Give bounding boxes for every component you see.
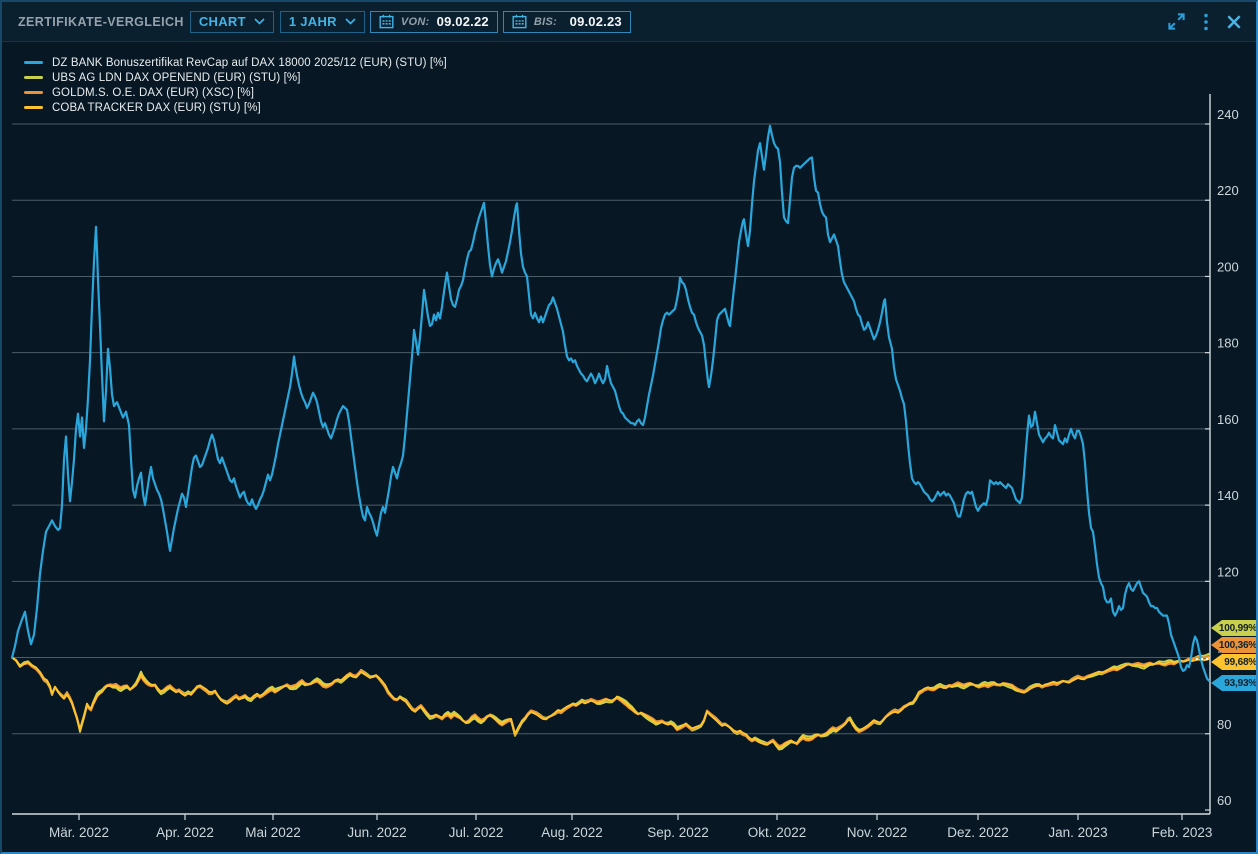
last-value-tag-text: 99,68% xyxy=(1224,657,1257,668)
x-axis-label: Feb. 2023 xyxy=(1152,825,1213,840)
toolbar-actions xyxy=(1167,12,1242,31)
period-dropdown[interactable]: 1 JAHR xyxy=(280,11,365,33)
close-icon[interactable] xyxy=(1226,14,1242,30)
series-ubs-dax-openend xyxy=(12,654,1209,750)
x-axis-label: Dez. 2022 xyxy=(947,825,1009,840)
y-axis-label: 220 xyxy=(1217,183,1239,198)
y-axis-label: 140 xyxy=(1217,488,1239,503)
chevron-down-icon xyxy=(246,18,265,25)
certificate-comparison-window: ZERTIFIKATE-VERGLEICH CHART 1 JAHR VON: … xyxy=(0,0,1258,854)
y-axis-label: 160 xyxy=(1217,412,1239,427)
toolbar: ZERTIFIKATE-VERGLEICH CHART 1 JAHR VON: … xyxy=(2,2,1256,42)
kebab-menu-icon[interactable] xyxy=(1203,13,1209,31)
legend-label: GOLDM.S. O.E. DAX (EUR) (XSC) [%] xyxy=(52,87,254,99)
x-axis-label: Jun. 2022 xyxy=(347,825,406,840)
x-axis-label: Jul. 2022 xyxy=(449,825,504,840)
legend-label: DZ BANK Bonuszertifikat RevCap auf DAX 1… xyxy=(52,57,447,69)
last-value-tag-text: 100,36% xyxy=(1219,640,1257,651)
chart-type-dropdown-label: CHART xyxy=(199,14,246,29)
legend-item-goldman-dax[interactable]: GOLDM.S. O.E. DAX (EUR) (XSC) [%] xyxy=(24,85,447,100)
date-to-label: BIS: xyxy=(534,16,557,28)
date-from-field[interactable]: VON: 09.02.22 xyxy=(370,11,498,33)
y-axis-label: 80 xyxy=(1217,717,1231,732)
calendar-icon xyxy=(379,14,394,29)
series-dz-bank-bonus xyxy=(12,126,1209,681)
x-axis-label: Sep. 2022 xyxy=(647,825,709,840)
legend-swatch xyxy=(24,91,43,94)
legend-item-coba-tracker-dax[interactable]: COBA TRACKER DAX (EUR) (STU) [%] xyxy=(24,100,447,115)
y-axis-label: 60 xyxy=(1217,793,1231,808)
last-value-tag-text: 100,99% xyxy=(1219,623,1257,634)
legend-item-ubs-dax-openend[interactable]: UBS AG LDN DAX OPENEND (EUR) (STU) [%] xyxy=(24,70,447,85)
period-dropdown-label: 1 JAHR xyxy=(289,14,337,29)
date-to-field[interactable]: BIS: 09.02.23 xyxy=(503,11,631,33)
legend-swatch xyxy=(24,76,43,79)
legend-swatch xyxy=(24,61,43,64)
y-axis-label: 200 xyxy=(1217,259,1239,274)
last-value-tag-text: 93,93% xyxy=(1224,678,1257,689)
legend-label: UBS AG LDN DAX OPENEND (EUR) (STU) [%] xyxy=(52,72,301,84)
chart-type-dropdown[interactable]: CHART xyxy=(190,11,274,33)
x-axis-label: Aug. 2022 xyxy=(541,825,603,840)
x-axis-label: Mai 2022 xyxy=(245,825,301,840)
y-axis-label: 180 xyxy=(1217,336,1239,351)
expand-icon[interactable] xyxy=(1167,12,1186,31)
legend-swatch xyxy=(24,106,43,109)
x-axis-label: Jan. 2023 xyxy=(1048,825,1107,840)
x-axis-label: Mär. 2022 xyxy=(49,825,109,840)
legend-label: COBA TRACKER DAX (EUR) (STU) [%] xyxy=(52,102,261,114)
date-to-value: 09.02.23 xyxy=(570,14,622,29)
date-from-label: VON: xyxy=(401,16,430,28)
x-axis-label: Okt. 2022 xyxy=(748,825,807,840)
price-chart[interactable]: 2402202001801601401201008060Mär. 2022Apr… xyxy=(2,2,1258,854)
x-axis-label: Nov. 2022 xyxy=(847,825,908,840)
x-axis-label: Apr. 2022 xyxy=(156,825,214,840)
chevron-down-icon xyxy=(337,18,356,25)
y-axis-label: 120 xyxy=(1217,564,1239,579)
page-title: ZERTIFIKATE-VERGLEICH xyxy=(18,15,184,29)
y-axis-label: 240 xyxy=(1217,107,1239,122)
calendar-icon xyxy=(512,14,527,29)
legend-item-dz-bank-bonus[interactable]: DZ BANK Bonuszertifikat RevCap auf DAX 1… xyxy=(24,55,447,70)
chart-legend: DZ BANK Bonuszertifikat RevCap auf DAX 1… xyxy=(24,55,447,115)
date-from-value: 09.02.22 xyxy=(437,14,489,29)
